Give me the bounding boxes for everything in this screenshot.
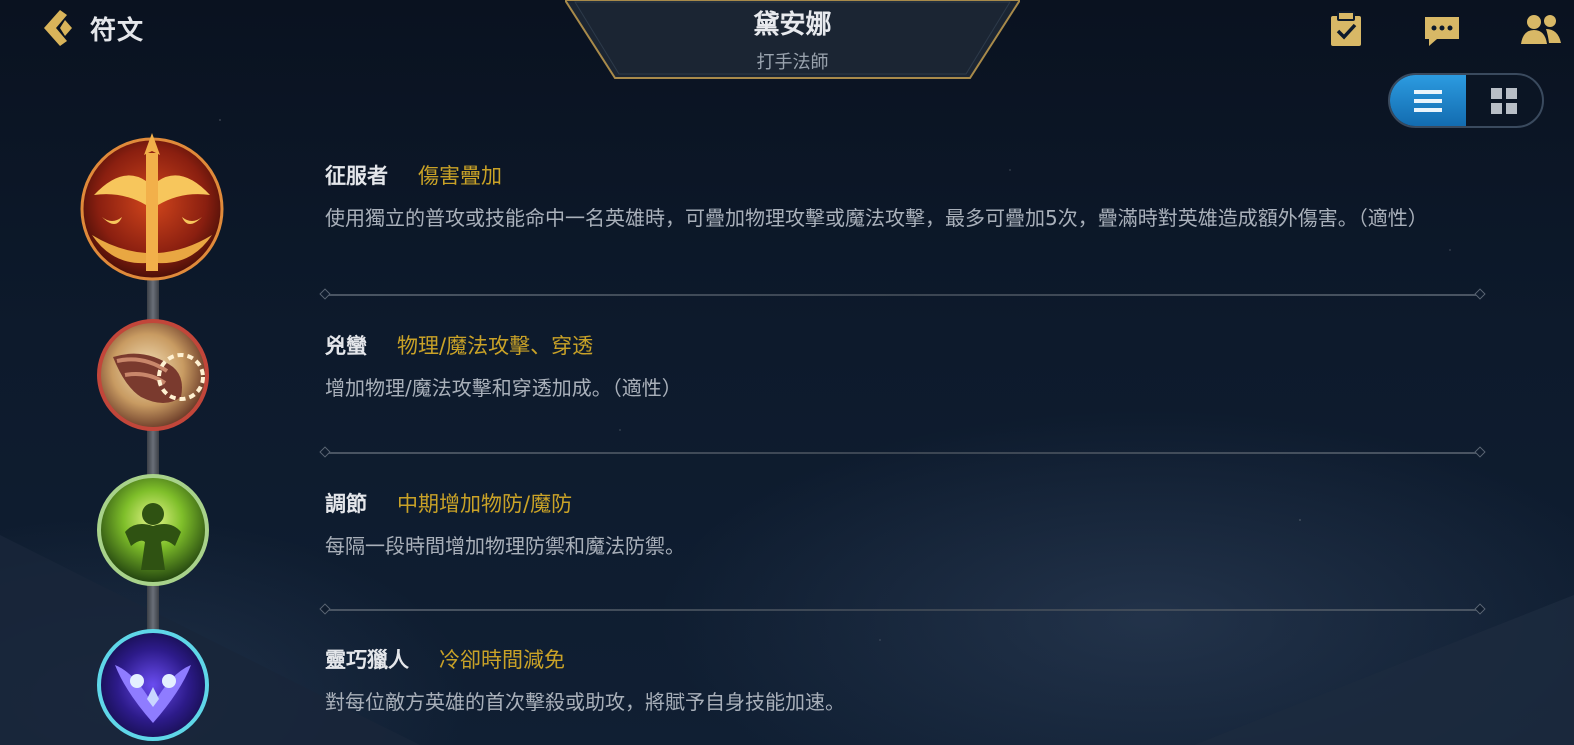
- brutal-icon: [97, 319, 209, 431]
- rune-description: 使用獨立的普攻或技能命中一名英雄時，可疊加物理攻擊或魔法攻擊，最多可疊加5次，疊…: [325, 206, 1428, 230]
- rune-tag: 冷卻時間減免: [439, 648, 565, 672]
- friends-icon: [1521, 15, 1561, 44]
- list-view-button[interactable]: [1390, 75, 1466, 126]
- chat-button[interactable]: [1422, 10, 1462, 50]
- row-divider: [325, 452, 1480, 454]
- rune-row-4: 靈巧獵人 冷卻時間減免 對每位敵方英雄的首次擊殺或助攻，將賦予自身技能加速。: [325, 644, 1475, 720]
- rune-description: 增加物理/魔法攻擊和穿透加成。（適性）: [325, 376, 682, 400]
- rune-name: 兇蠻: [325, 334, 367, 358]
- rune-icon-1[interactable]: [72, 125, 232, 285]
- conqueror-icon: [80, 133, 224, 281]
- rune-name: 靈巧獵人: [325, 648, 409, 672]
- row-divider: [325, 609, 1480, 611]
- ingenious-hunter-icon: [97, 629, 209, 741]
- grid-view-button[interactable]: [1466, 75, 1542, 126]
- rune-tag: 傷害疊加: [418, 164, 502, 188]
- back-arrow-icon: [44, 10, 72, 46]
- rune-row-1: 征服者 傷害疊加 使用獨立的普攻或技能命中一名英雄時，可疊加物理攻擊或魔法攻擊，…: [325, 160, 1475, 236]
- rune-icon-3[interactable]: [95, 472, 211, 588]
- rune-description: 每隔一段時間增加物理防禦和魔法防禦。: [325, 534, 685, 558]
- rune-row-2: 兇蠻 物理/魔法攻擊、穿透 增加物理/魔法攻擊和穿透加成。（適性）: [325, 330, 1475, 406]
- grid-view-icon: [1491, 87, 1517, 114]
- rune-tag: 中期增加物防/魔防: [397, 492, 573, 516]
- rune-name: 調節: [325, 492, 367, 516]
- rune-row-3: 調節 中期增加物防/魔防 每隔一段時間增加物理防禦和魔法防禦。: [325, 488, 1475, 564]
- page-title: 符文: [90, 15, 145, 46]
- rune-tag: 物理/魔法攻擊、穿透: [397, 334, 594, 358]
- rune-name: 征服者: [325, 164, 388, 188]
- list-view-icon: [1414, 89, 1442, 112]
- friends-button[interactable]: [1519, 10, 1561, 50]
- view-toggle[interactable]: [1388, 73, 1544, 128]
- chat-icon: [1425, 17, 1459, 46]
- hero-class: 打手法師: [756, 52, 829, 73]
- conditioning-icon: [97, 474, 209, 586]
- back-button[interactable]: 符文: [34, 6, 144, 50]
- rune-description: 對每位敵方英雄的首次擊殺或助攻，將賦予自身技能加速。: [325, 690, 845, 714]
- tasks-button[interactable]: [1326, 10, 1366, 50]
- rune-icon-2[interactable]: [95, 317, 211, 433]
- rune-icon-4[interactable]: [95, 627, 211, 743]
- hero-name: 黛安娜: [753, 10, 832, 40]
- row-divider: [325, 294, 1480, 296]
- tasks-icon: [1331, 11, 1361, 46]
- hero-title-plate: 黛安娜 打手法師: [565, 0, 1020, 80]
